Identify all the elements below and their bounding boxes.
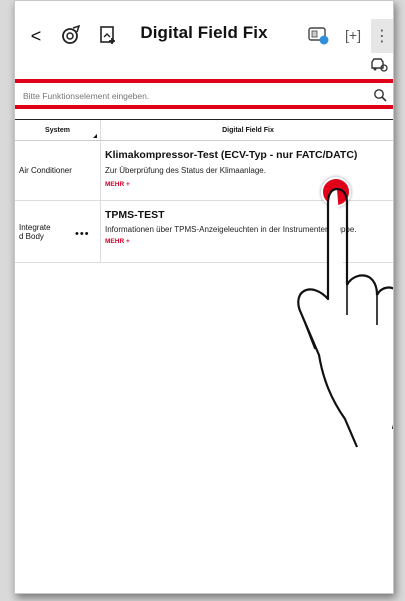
system-more-dots-icon[interactable]: ••• [75, 228, 90, 240]
red-divider-top [15, 79, 393, 83]
function-title: Klimakompressor-Test (ECV-Typ - nur FATC… [105, 149, 358, 161]
column-header-function[interactable]: Digital Field Fix [101, 120, 393, 140]
sort-icon [93, 134, 97, 138]
search-input[interactable] [23, 88, 363, 104]
car-settings-icon[interactable] [367, 55, 391, 75]
app-window: < Digital Field Fix [+] ⋮ Bitte Funktion… [14, 0, 394, 594]
system-cell: Air Conditioner [15, 141, 101, 200]
system-label: Air Conditioner [19, 166, 72, 175]
function-description: Zur Überprüfung des Status der Klimaanla… [105, 166, 266, 175]
red-divider-bottom [15, 105, 393, 109]
header: < Digital Field Fix [+] ⋮ [15, 1, 393, 72]
search-bar [15, 87, 393, 105]
system-label-line1: Integrate [19, 222, 51, 232]
screen-capture-icon[interactable]: [+] [341, 23, 365, 47]
vci-device-icon[interactable] [305, 22, 333, 48]
column-header-label: Digital Field Fix [222, 126, 274, 134]
search-icon[interactable] [373, 88, 387, 102]
column-header-system[interactable]: System [15, 120, 101, 140]
system-label-line2: d Body [19, 231, 44, 241]
more-menu-icon[interactable]: ⋮ [371, 19, 393, 53]
page-title: Digital Field Fix [140, 23, 268, 42]
hand-pointer-icon [297, 187, 393, 448]
column-header-label: System [45, 126, 70, 134]
table-header: System Digital Field Fix [15, 119, 393, 141]
system-cell: Integrate d Body ••• [15, 201, 101, 262]
